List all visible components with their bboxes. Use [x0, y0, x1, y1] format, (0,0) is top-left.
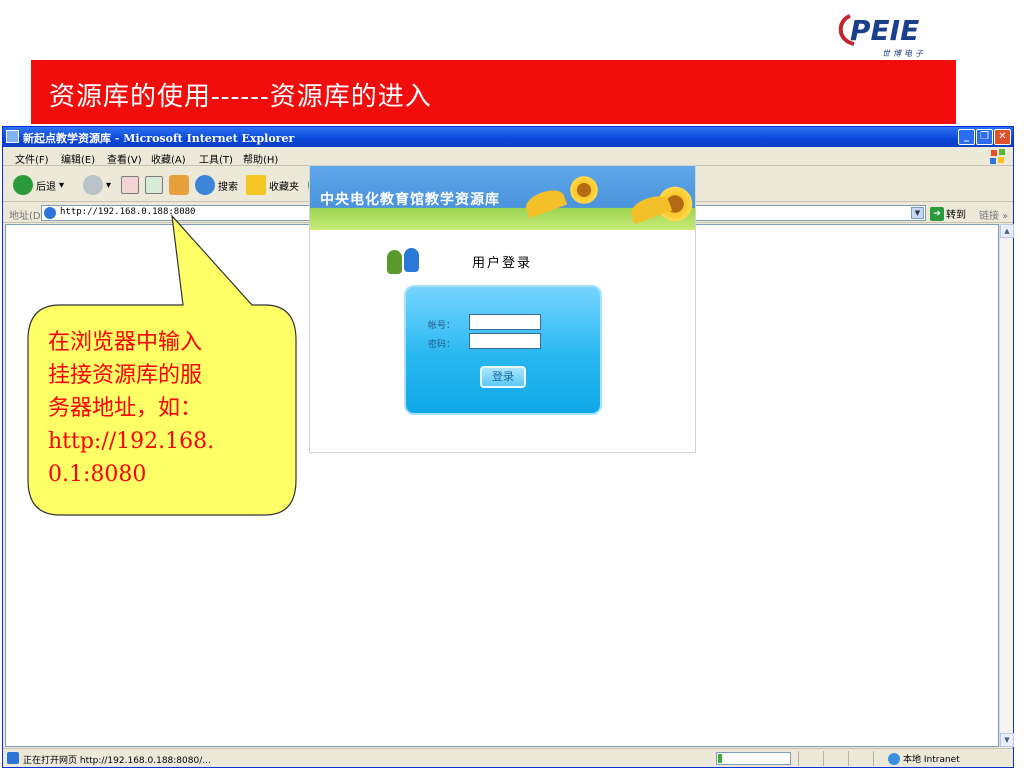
username-input[interactable] [469, 314, 541, 330]
logo-subtitle: 世博电子 [882, 49, 926, 58]
chevron-down-icon: ▾ [59, 179, 65, 191]
chevron-down-icon: ▾ [106, 179, 112, 191]
window-title: 新起点教学资源库 - Microsoft Internet Explorer [23, 132, 295, 145]
ie-page-icon [44, 207, 56, 219]
favorites-button[interactable]: 收藏夹 [246, 175, 299, 195]
refresh-icon [145, 176, 163, 194]
forward-arrow-icon [83, 175, 103, 195]
status-divider [823, 751, 824, 766]
forward-button[interactable]: ▾ [83, 175, 111, 195]
home-icon [169, 175, 189, 195]
site-banner: 中央电化教育馆教学资源库 [310, 166, 695, 230]
progress-fill [718, 754, 722, 763]
user-blue-icon [404, 248, 419, 272]
logo-text: PEIE [850, 14, 919, 47]
search-icon [195, 175, 215, 195]
maximize-button[interactable]: ❐ [976, 129, 993, 145]
search-label: 搜索 [218, 181, 238, 193]
sunflower-icon [568, 174, 600, 206]
menu-file[interactable]: 文件(F) [15, 151, 49, 166]
slide-title: 资源库的使用------资源库的进入 [49, 82, 432, 112]
windows-flag-icon [990, 149, 1005, 164]
security-zone[interactable]: 本地 Intranet [888, 752, 960, 765]
page-loading-icon [7, 752, 19, 764]
menu-view[interactable]: 查看(V) [107, 151, 142, 166]
password-input[interactable] [469, 333, 541, 349]
stop-button[interactable] [121, 176, 139, 194]
username-label: 帐号： [428, 321, 456, 331]
menu-favorites[interactable]: 收藏(A) [151, 151, 186, 166]
menu-tools[interactable]: 工具(T) [199, 151, 233, 166]
scroll-up-icon[interactable]: ▲ [1000, 224, 1014, 238]
menu-bar: 文件(F) 编辑(E) 查看(V) 收藏(A) 工具(T) 帮助(H) [3, 147, 1013, 166]
peie-logo-mark: PEIE [838, 14, 919, 47]
close-button[interactable]: ✕ [994, 129, 1011, 145]
login-form: 帐号： 密码： 登录 [404, 285, 602, 415]
address-label: 地址(D) [9, 211, 45, 222]
login-panel: 中央电化教育馆教学资源库 用户登录 帐号： 密码： 登录 [309, 165, 696, 453]
sunflower-petal-decor [522, 185, 568, 219]
login-button[interactable]: 登录 [480, 366, 526, 388]
links-button[interactable]: 链接 » [979, 207, 1008, 222]
favorites-label: 收藏夹 [269, 181, 299, 193]
minimize-button[interactable]: _ [958, 129, 975, 145]
slide-title-bar: 资源库的使用------资源库的进入 [31, 60, 956, 124]
zone-label: 本地 Intranet [903, 755, 960, 765]
status-divider [848, 751, 849, 766]
site-title: 中央电化教育馆教学资源库 [320, 192, 500, 208]
login-heading: 用户登录 [472, 256, 533, 271]
go-label: 转到 [946, 210, 966, 221]
refresh-button[interactable] [145, 176, 163, 194]
users-icon [387, 248, 425, 274]
back-button[interactable]: 后退 ▾ [13, 175, 64, 195]
status-text: 正在打开网页 http://192.168.0.188:8080/... [23, 756, 211, 766]
status-bar: 正在打开网页 http://192.168.0.188:8080/... 本地 … [3, 748, 1013, 767]
vertical-scrollbar[interactable]: ▲ ▼ [999, 224, 1014, 747]
stop-icon [121, 176, 139, 194]
user-green-icon [387, 250, 402, 274]
go-arrow-icon: ➔ [930, 206, 944, 221]
address-url: http://192.168.0.188:8080 [60, 207, 196, 217]
intranet-globe-icon [888, 752, 900, 765]
status-divider [798, 751, 799, 766]
progress-bar [716, 752, 791, 765]
menu-help[interactable]: 帮助(H) [243, 151, 278, 166]
password-label: 密码： [428, 340, 456, 350]
star-icon [246, 175, 266, 195]
callout-text: 在浏览器中输入 挂接资源库的服 务器地址，如： http://192.168. … [48, 330, 215, 487]
menu-edit[interactable]: 编辑(E) [61, 151, 95, 166]
back-label: 后退 [36, 181, 56, 193]
back-arrow-icon [13, 175, 33, 195]
home-button[interactable] [169, 175, 189, 195]
chevron-down-icon[interactable]: ▼ [911, 207, 924, 219]
peie-logo: PEIE 世博电子 [832, 10, 952, 60]
go-button[interactable]: ➔ 转到 [930, 206, 966, 221]
search-button[interactable]: 搜索 [195, 175, 238, 195]
status-divider [873, 751, 874, 766]
scroll-down-icon[interactable]: ▼ [1000, 733, 1014, 747]
window-titlebar[interactable]: 新起点教学资源库 - Microsoft Internet Explorer _… [3, 127, 1013, 147]
ie-page-icon [6, 130, 19, 143]
